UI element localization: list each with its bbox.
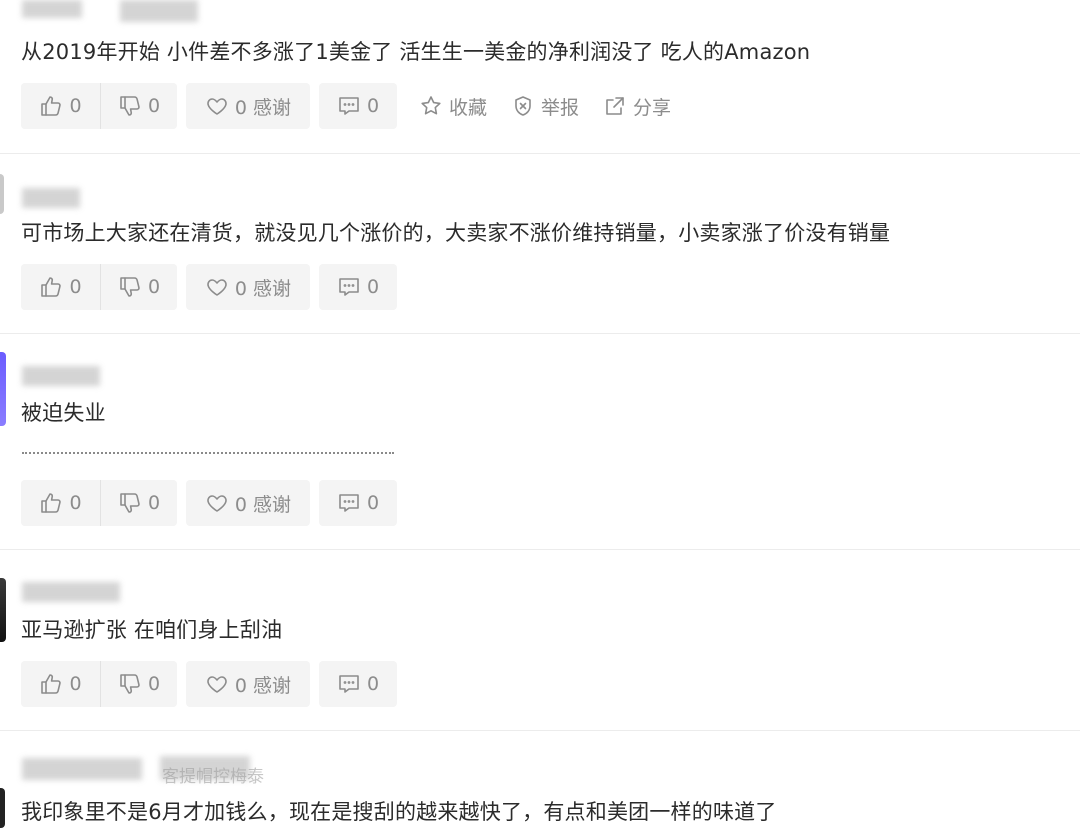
username-blurred [22,582,120,602]
avatar [0,578,6,642]
thumbs-up-icon [41,493,62,513]
dislike-button[interactable]: 0 [101,480,177,526]
username-blurred [22,758,142,780]
comment-actions: 0 0 0 感谢 0 [21,661,397,707]
reply-count: 0 [366,673,380,695]
thumbs-up-icon [41,96,62,116]
comment-icon [339,278,359,296]
reply-button[interactable]: 0 [319,83,397,129]
report-button[interactable]: 举报 [511,83,579,129]
share-button[interactable]: 分享 [603,83,671,129]
thumbs-down-icon [120,493,140,513]
thanks-button[interactable]: 0 感谢 [186,480,310,526]
comment-icon [339,97,359,115]
like-count: 0 [69,492,82,514]
reply-count: 0 [366,276,380,298]
like-count: 0 [69,673,82,695]
thanks-label: 0 感谢 [234,96,292,119]
comment-actions: 0 0 0 感谢 0 收藏 举报 分享 [21,83,671,129]
comment-text: 亚马逊扩张 在咱们身上刮油 [21,618,283,642]
share-icon [606,97,624,115]
divider [0,730,1080,731]
like-count: 0 [69,276,82,298]
username-blurred [22,366,100,386]
thanks-button[interactable]: 0 感谢 [186,264,310,310]
username-blurred [22,188,80,208]
divider [0,333,1080,334]
like-count: 0 [69,95,82,117]
share-label: 分享 [633,96,672,119]
reply-count: 0 [366,95,380,117]
avatar [0,788,5,828]
like-button[interactable]: 0 [21,264,101,310]
reply-button[interactable]: 0 [319,264,397,310]
dislike-button[interactable]: 0 [101,83,177,129]
comment-text: 可市场上大家还在清货，就没见几个涨价的，大卖家不涨价维持销量，小卖家涨了价没有销… [21,221,891,245]
like-button[interactable]: 0 [21,83,101,129]
reply-button[interactable]: 0 [319,480,397,526]
ellipsis-divider [22,452,394,454]
comment-text: 被迫失业 [21,401,106,425]
comment-icon [339,494,359,512]
favorite-button[interactable]: 收藏 [419,83,487,129]
username-blurred [22,0,82,18]
thumbs-up-icon [41,674,62,694]
thanks-label: 0 感谢 [234,493,292,516]
thumbs-up-icon [41,277,62,297]
dislike-button[interactable]: 0 [101,264,177,310]
star-icon [421,96,441,115]
heart-icon [207,98,227,115]
username-blurred [120,0,198,22]
thanks-button[interactable]: 0 感谢 [186,83,310,129]
user-tag: 客提帽控梅泰 [162,767,264,787]
dislike-count: 0 [147,492,161,514]
thumbs-down-icon [120,674,140,694]
like-button[interactable]: 0 [21,480,101,526]
dislike-count: 0 [147,673,161,695]
divider [0,549,1080,550]
reply-count: 0 [366,492,380,514]
favorite-label: 收藏 [449,96,488,119]
heart-icon [207,279,227,296]
vote-group: 0 0 [21,264,177,310]
dislike-count: 0 [147,95,161,117]
reply-button[interactable]: 0 [319,661,397,707]
thumbs-down-icon [120,96,140,116]
thanks-button[interactable]: 0 感谢 [186,661,310,707]
heart-icon [207,495,227,512]
comment-text: 从2019年开始 小件差不多涨了1美金了 活生生一美金的净利润没了 吃人的Ama… [21,40,811,64]
shield-icon [515,96,531,116]
thanks-label: 0 感谢 [234,674,292,697]
like-button[interactable]: 0 [21,661,101,707]
divider [0,153,1080,154]
dislike-count: 0 [147,276,161,298]
comment-actions: 0 0 0 感谢 0 [21,480,397,526]
avatar [0,352,6,426]
vote-group: 0 0 [21,661,177,707]
comment-actions: 0 0 0 感谢 0 [21,264,397,310]
report-label: 举报 [541,96,580,119]
dislike-button[interactable]: 0 [101,661,177,707]
comment-icon [339,675,359,693]
thanks-label: 0 感谢 [234,277,292,300]
thumbs-down-icon [120,277,140,297]
vote-group: 0 0 [21,83,177,129]
comment-text: 我印象里不是6月才加钱么，现在是搜刮的越来越快了，有点和美团一样的味道了 [21,800,777,824]
heart-icon [207,676,227,693]
vote-group: 0 0 [21,480,177,526]
avatar [0,174,4,214]
